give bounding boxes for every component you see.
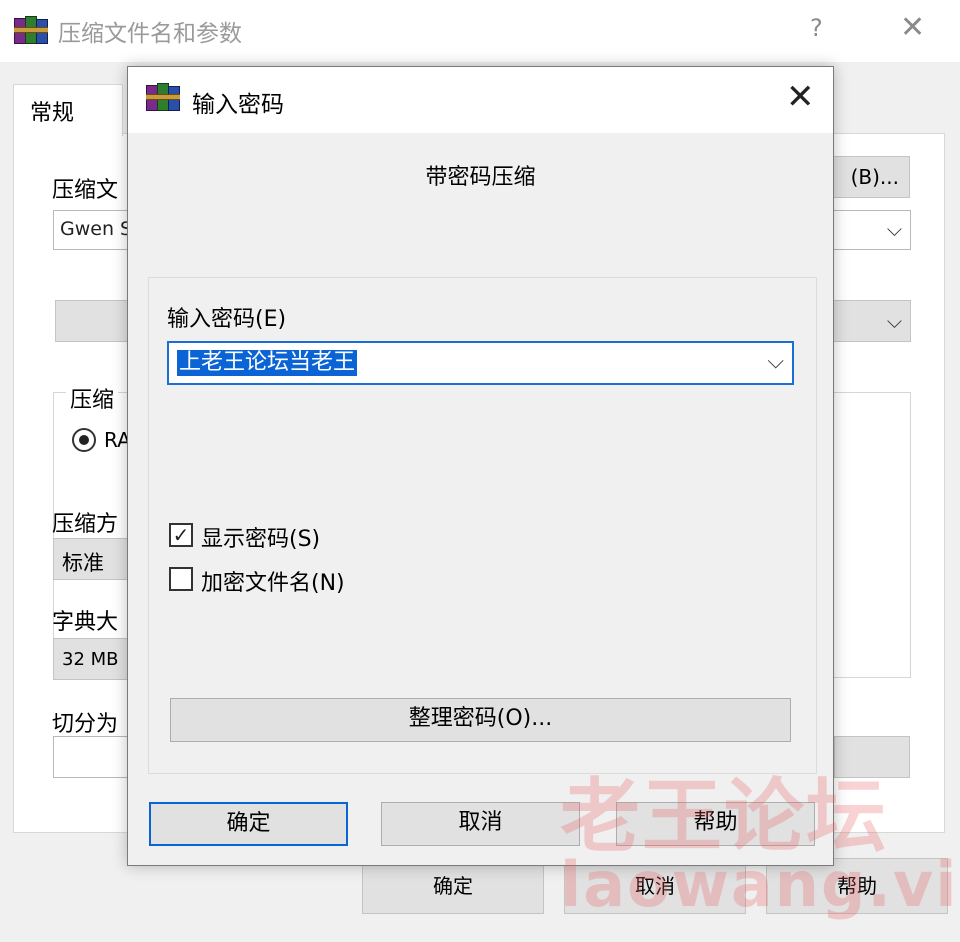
dialog-heading: 带密码压缩 [425,165,536,190]
archive-name-label: 压缩文 [52,178,119,203]
chevron-down-icon[interactable]: ⌵ [887,309,902,333]
archive-format-group-title: 压缩 [66,382,119,414]
chevron-down-icon[interactable]: ⌵ [767,349,784,374]
chevron-down-icon[interactable]: ⌵ [887,217,902,241]
cancel-button[interactable]: 取消 [381,802,580,846]
compression-method-combo[interactable]: 标准 [53,538,133,580]
split-label: 切分为 [52,712,119,737]
archive-name-value: Gwen S [60,218,133,240]
close-icon[interactable]: ✕ [900,10,925,45]
checkbox-checked-icon: ✓ [172,523,190,547]
winrar-icon [14,16,48,46]
encrypt-filenames-label[interactable]: 加密文件名(N) [201,565,345,597]
help-icon[interactable]: ? [810,14,823,42]
ok-button[interactable]: 确定 [149,802,348,846]
password-value: 上老王论坛当老王 [177,350,358,376]
winrar-icon [146,83,180,113]
radio-selected-icon[interactable] [72,428,96,452]
password-dialog: 输入密码 ✕ 带密码压缩 输入密码(E) 上老王论坛当老王 ⌵ ✓ 显示密码(S… [127,66,834,866]
encrypt-filenames-checkbox[interactable] [169,567,193,591]
show-password-checkbox[interactable]: ✓ [169,523,193,547]
watermark-url: laowang.vip [560,848,960,921]
password-label: 输入密码(E) [167,307,287,332]
split-field[interactable] [53,736,133,778]
dialog-title: 输入密码 [192,92,284,118]
bg-window-title: 压缩文件名和参数 [58,21,242,47]
organize-passwords-button[interactable]: 整理密码(O)... [170,698,791,742]
bg-titlebar: 压缩文件名和参数 ? ✕ [0,0,960,62]
dialog-titlebar: 输入密码 ✕ [128,67,833,133]
compression-method-label: 压缩方 [52,512,119,537]
tab-general[interactable]: 常规 [13,84,123,136]
bg-ok-button[interactable]: 确定 [362,858,544,914]
show-password-label[interactable]: 显示密码(S) [201,521,320,553]
dictionary-size-combo[interactable]: 32 MB [53,638,133,680]
close-icon[interactable]: ✕ [786,77,815,117]
password-input[interactable]: 上老王论坛当老王 ⌵ [167,341,794,385]
dictionary-size-label: 字典大 [52,610,119,635]
